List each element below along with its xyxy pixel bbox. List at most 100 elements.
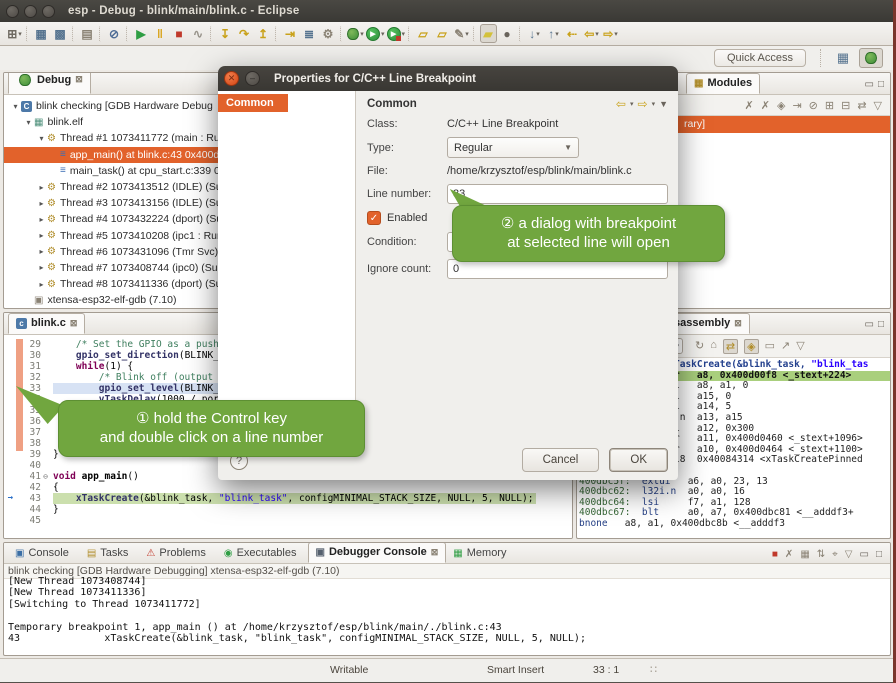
- dropdown-arrow-icon[interactable]: ▾: [630, 100, 634, 108]
- debug-perspective-icon[interactable]: [859, 48, 883, 68]
- modules-toolbar-icon[interactable]: ⇥: [792, 99, 801, 112]
- tree-expander-icon[interactable]: ▾: [10, 102, 21, 111]
- fold-icon[interactable]: [41, 361, 50, 372]
- disassembly-toolbar-icon[interactable]: ⇄: [723, 339, 738, 354]
- disassembly-toolbar-icon[interactable]: ↻: [695, 339, 704, 354]
- tree-expander-icon[interactable]: ▾: [23, 118, 34, 127]
- toolbar-button[interactable]: [72, 26, 76, 42]
- console-action-icon[interactable]: ⇅: [817, 549, 825, 560]
- toolbar-button[interactable]: ↓ ▾: [526, 24, 543, 43]
- toolbar-button[interactable]: ↥: [255, 24, 272, 43]
- modules-toolbar-icon[interactable]: ⇄: [857, 99, 866, 112]
- line-number[interactable]: 32: [17, 372, 41, 383]
- fold-icon[interactable]: ⊖: [41, 471, 50, 482]
- fold-icon[interactable]: [41, 339, 50, 350]
- console-action-icon[interactable]: ▭: [860, 549, 869, 560]
- code-line[interactable]: 44 }: [4, 504, 572, 515]
- maximize-view-icon[interactable]: □: [878, 319, 884, 330]
- tree-expander-icon[interactable]: ▸: [36, 215, 47, 224]
- toolbar-button[interactable]: [126, 26, 130, 42]
- fold-icon[interactable]: [41, 372, 50, 383]
- disassembly-toolbar-icon[interactable]: ▽: [796, 339, 804, 354]
- view-menu-icon[interactable]: ▼: [659, 99, 668, 109]
- console-action-icon[interactable]: ▦: [800, 549, 809, 560]
- dropdown-arrow-icon[interactable]: ▾: [652, 100, 656, 108]
- disassembly-toolbar-icon[interactable]: ▭: [765, 339, 775, 354]
- type-select[interactable]: Regular ▼: [447, 137, 579, 158]
- modules-toolbar-icon[interactable]: ✗: [745, 99, 754, 112]
- line-number[interactable]: 45: [17, 515, 41, 526]
- ignore-count-input[interactable]: 0: [447, 259, 668, 279]
- toolbar-button[interactable]: ⇥: [282, 24, 299, 43]
- modules-toolbar-icon[interactable]: ✗: [761, 99, 770, 112]
- dropdown-arrow-icon[interactable]: ▾: [536, 30, 540, 38]
- tab-debug[interactable]: Debug ⊠: [8, 72, 91, 94]
- tab-modules[interactable]: ▦ Modules: [686, 73, 760, 94]
- toolbar-button[interactable]: ●: [499, 24, 516, 43]
- toolbar-button[interactable]: ▰: [480, 24, 497, 43]
- toolbar-button[interactable]: ≣: [301, 24, 318, 43]
- toolbar-button[interactable]: ⊞ ▾: [6, 24, 23, 43]
- toolbar-button[interactable]: [26, 26, 30, 42]
- fold-icon[interactable]: [41, 493, 50, 504]
- dialog-close-icon[interactable]: ✕: [224, 71, 239, 86]
- dropdown-arrow-icon[interactable]: ▾: [614, 30, 618, 38]
- line-number[interactable]: 39: [17, 449, 41, 460]
- line-number[interactable]: 29: [17, 339, 41, 350]
- dialog-minimize-icon[interactable]: –: [245, 71, 260, 86]
- dropdown-arrow-icon[interactable]: ▾: [555, 30, 559, 38]
- line-number[interactable]: 31: [17, 361, 41, 372]
- modules-toolbar-icon[interactable]: ⊘: [809, 99, 818, 112]
- console-action-icon[interactable]: ⌖: [832, 549, 838, 560]
- modules-toolbar-icon[interactable]: ◈: [777, 99, 785, 112]
- code-line[interactable]: 42 {: [4, 482, 572, 493]
- fold-icon[interactable]: [41, 438, 50, 449]
- modules-selected-row[interactable]: rary]: [662, 116, 890, 133]
- line-number[interactable]: 43: [17, 493, 41, 504]
- line-number[interactable]: 38: [17, 438, 41, 449]
- toolbar-button[interactable]: ▶: [133, 24, 150, 43]
- console-output[interactable]: [New Thread 1073408744] [New Thread 1073…: [4, 576, 890, 644]
- minimize-view-icon[interactable]: ▭: [865, 319, 874, 330]
- line-number[interactable]: 40: [17, 460, 41, 471]
- maximize-view-icon[interactable]: □: [878, 79, 884, 90]
- console-action-icon[interactable]: ■: [772, 549, 778, 560]
- console-action-icon[interactable]: ✗: [785, 549, 793, 560]
- ok-button[interactable]: OK: [609, 448, 668, 472]
- line-number[interactable]: 37: [17, 427, 41, 438]
- toolbar-button[interactable]: ▶ ▾: [366, 24, 385, 43]
- toolbar-button[interactable]: [99, 26, 103, 42]
- toolbar-button[interactable]: ▤: [79, 24, 96, 43]
- dropdown-arrow-icon[interactable]: ▾: [402, 30, 406, 38]
- toolbar-button[interactable]: ▱: [415, 24, 432, 43]
- toolbar-button[interactable]: ▾: [347, 24, 364, 43]
- modules-toolbar-icon[interactable]: ▽: [874, 99, 882, 112]
- back-icon[interactable]: ⇦: [616, 97, 626, 111]
- toolbar-button[interactable]: ↑ ▾: [545, 24, 562, 43]
- open-perspective-icon[interactable]: ▦: [831, 48, 855, 68]
- fold-icon[interactable]: [41, 383, 50, 394]
- toolbar-button[interactable]: ▶ ▾: [387, 24, 406, 43]
- toolbar-button[interactable]: ⊘: [106, 24, 123, 43]
- quick-access-button[interactable]: Quick Access: [714, 49, 806, 67]
- toolbar-button[interactable]: ∿: [190, 24, 207, 43]
- close-tab-icon[interactable]: ⊠: [431, 547, 439, 558]
- tree-expander-icon[interactable]: ▸: [36, 231, 47, 240]
- line-number[interactable]: 30: [17, 350, 41, 361]
- fold-icon[interactable]: [41, 515, 50, 526]
- dropdown-arrow-icon[interactable]: ▾: [465, 30, 469, 38]
- code-line[interactable]: → 43 xTaskCreate(&blink_task, "blink_tas…: [4, 493, 572, 504]
- console-tab[interactable]: ⚠ Problems: [139, 544, 216, 563]
- tree-expander-icon[interactable]: ▾: [36, 134, 47, 143]
- toolbar-button[interactable]: [340, 26, 344, 42]
- minimize-icon[interactable]: [24, 5, 37, 18]
- console-action-icon[interactable]: □: [876, 549, 882, 560]
- line-number-input[interactable]: 33: [447, 184, 668, 204]
- toolbar-button[interactable]: [473, 26, 477, 42]
- toolbar-button[interactable]: ↷: [236, 24, 253, 43]
- toolbar-button[interactable]: ⇦ ▾: [583, 24, 600, 43]
- dropdown-arrow-icon[interactable]: ▾: [18, 30, 22, 38]
- minimize-view-icon[interactable]: ▭: [865, 79, 874, 90]
- line-number[interactable]: 41: [17, 471, 41, 482]
- modules-toolbar-icon[interactable]: ⊟: [841, 99, 850, 112]
